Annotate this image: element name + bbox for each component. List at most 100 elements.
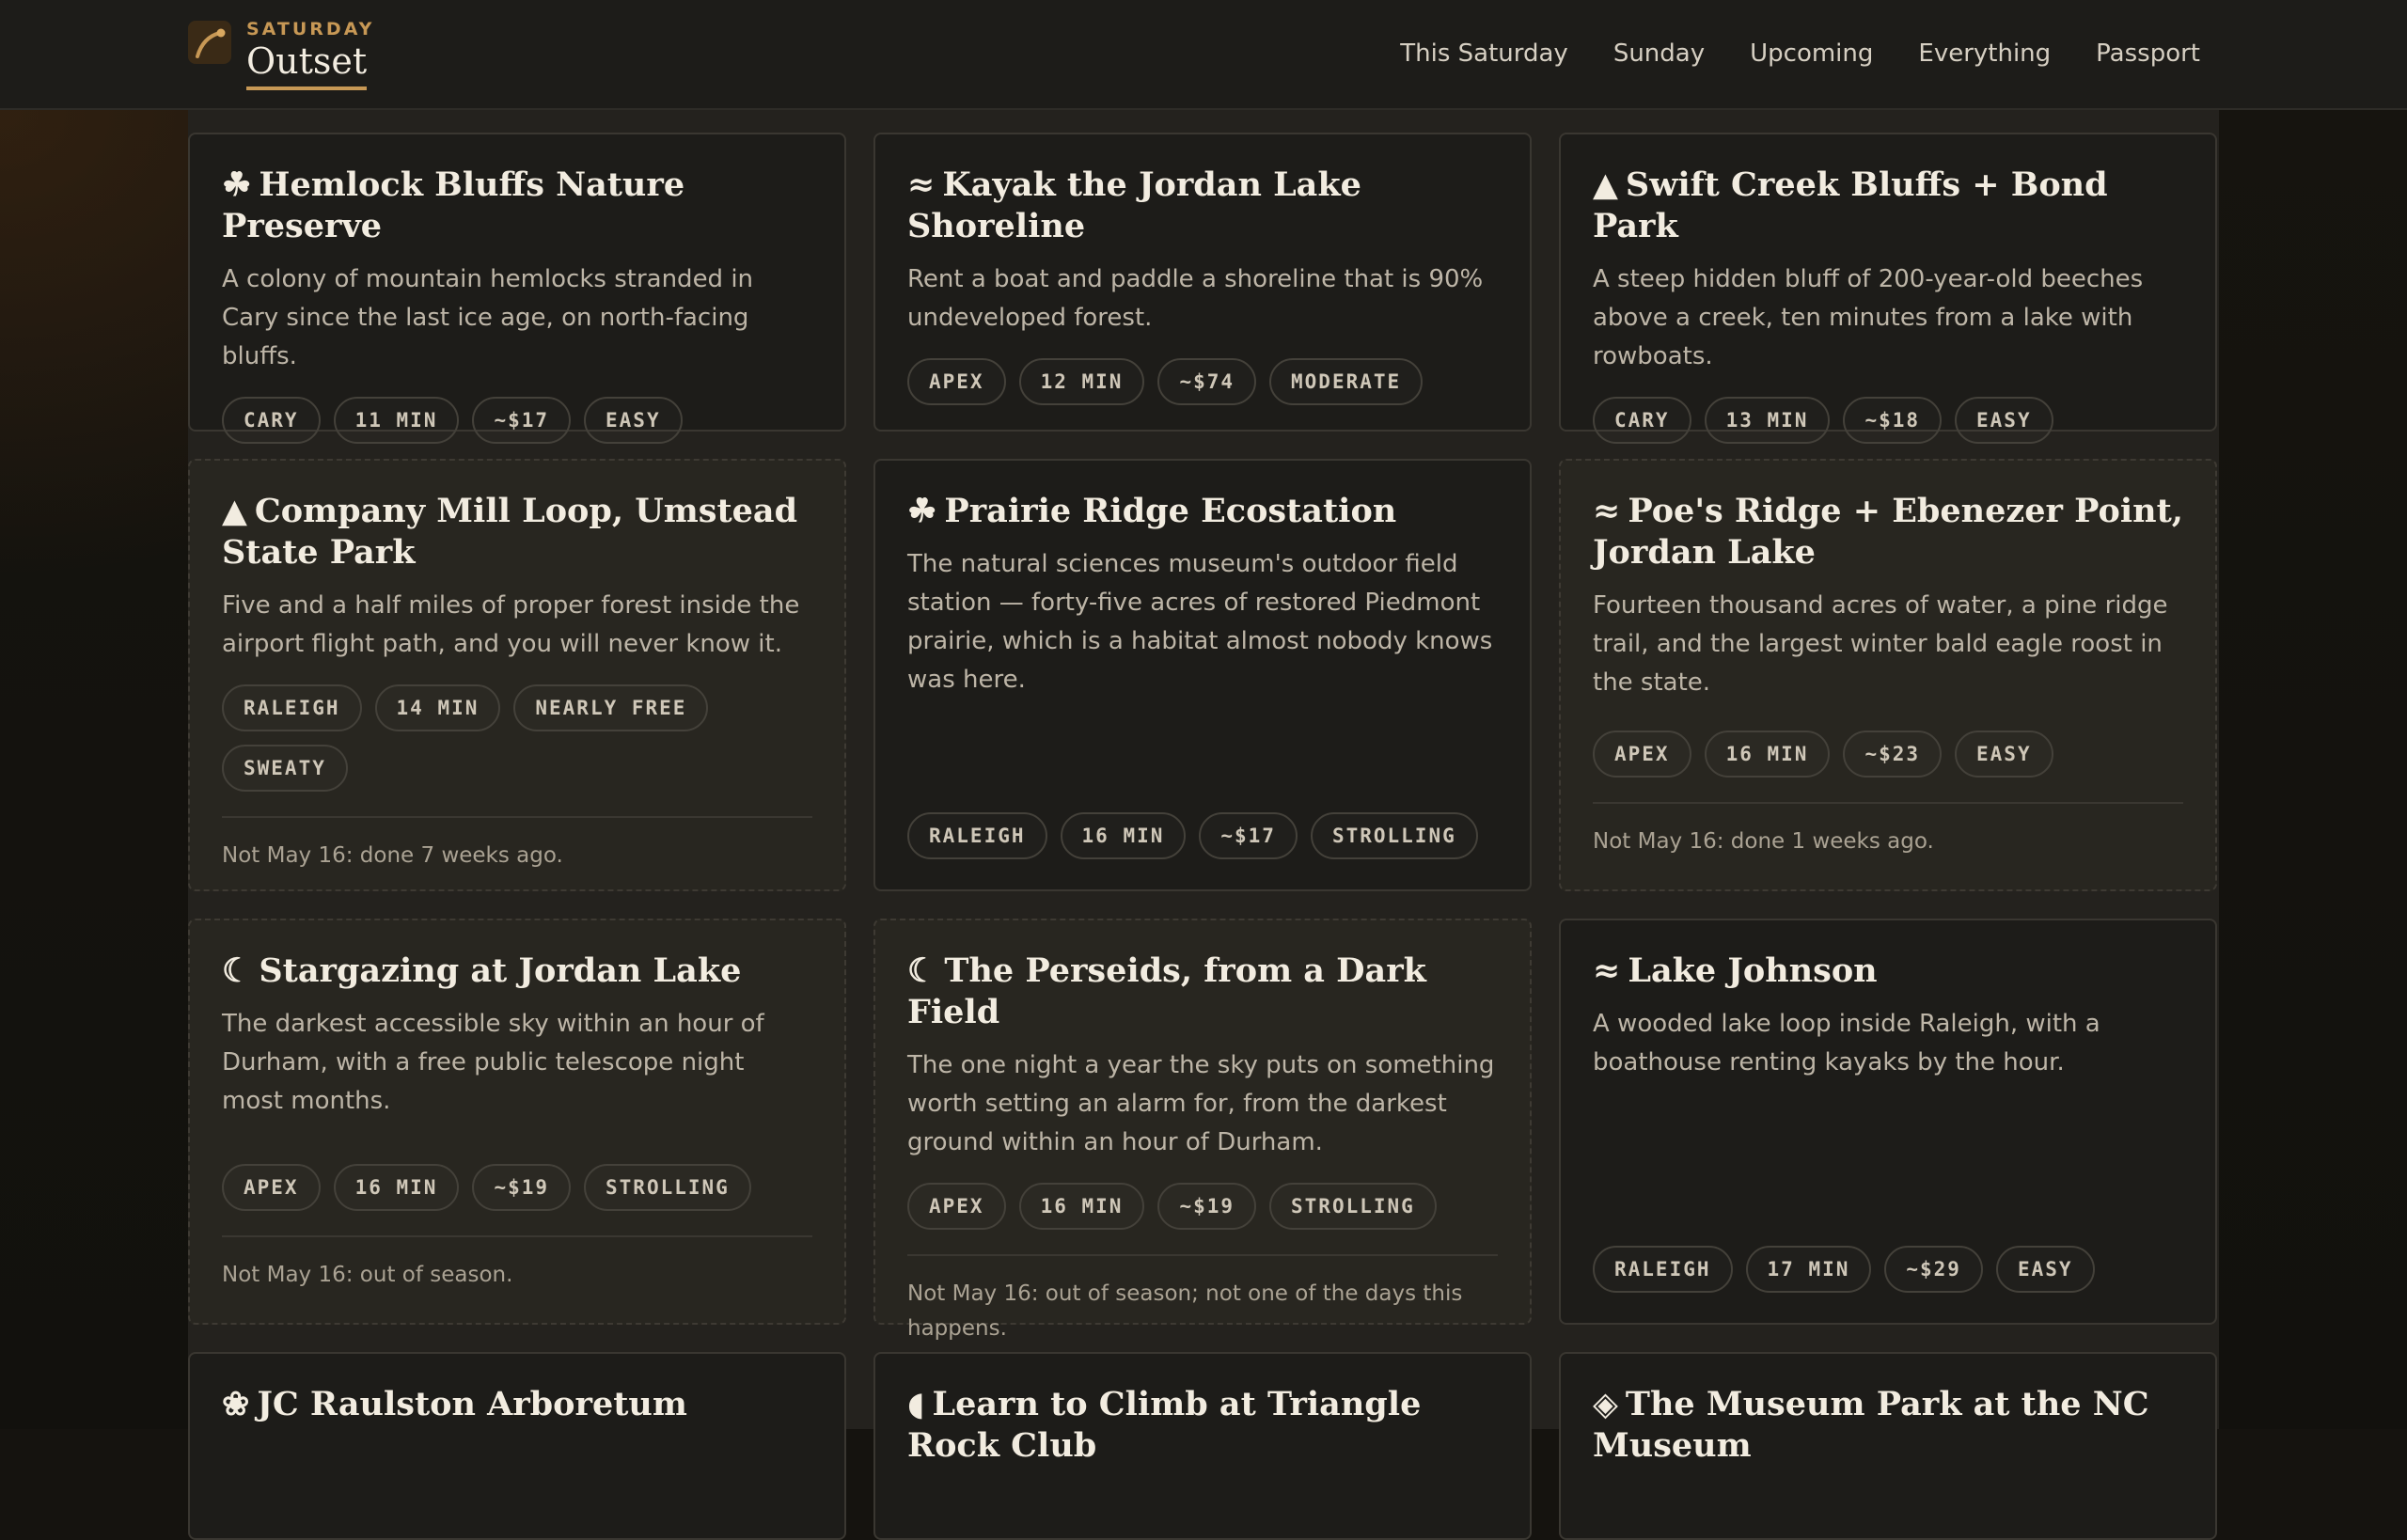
flower-icon: ❀ bbox=[222, 1385, 250, 1423]
card-title[interactable]: ≈ Lake Johnson bbox=[1593, 951, 2183, 992]
tag-chip: 16 MIN bbox=[1018, 1183, 1145, 1230]
card-title-text: Hemlock Bluffs Nature Preserve bbox=[222, 165, 685, 245]
availability-note: Not May 16: done 1 weeks ago. bbox=[1593, 802, 2183, 859]
tag-chip: EASY bbox=[1955, 397, 2053, 444]
card-grid: ☘ Hemlock Bluffs Nature Preserve A colony … bbox=[188, 133, 2219, 1540]
tag-chip: CARY bbox=[222, 397, 321, 444]
nav-everything[interactable]: Everything bbox=[1918, 39, 2051, 68]
card-title[interactable]: ◈ The Museum Park at the NC Museum bbox=[1593, 1384, 2183, 1467]
card-description: Fourteen thousand acres of water, a pine… bbox=[1593, 591, 2168, 697]
water-icon: ≈ bbox=[1593, 951, 1621, 990]
outing-card[interactable]: ≈ Lake Johnson A wooded lake loop inside R… bbox=[1559, 919, 2217, 1325]
card-title-text: The Perseids, from a Dark Field bbox=[907, 951, 1426, 1031]
tag-chip: ~$17 bbox=[472, 397, 572, 444]
card-description: A steep hidden bluff of 200-year-old bee… bbox=[1593, 265, 2144, 370]
tag-chip: EASY bbox=[584, 397, 683, 444]
outing-list: ☘ Hemlock Bluffs Nature Preserve A colony … bbox=[188, 110, 2219, 1540]
card-spacer bbox=[222, 664, 812, 684]
tag-chip: 16 MIN bbox=[1704, 731, 1831, 778]
tag-chip: RALEIGH bbox=[222, 684, 362, 731]
tag-chip: RALEIGH bbox=[907, 812, 1047, 859]
tag-chip: APEX bbox=[222, 1164, 321, 1211]
card-tags: CARY 11 MIN ~$17 EASY bbox=[222, 397, 812, 444]
card-title[interactable]: ☾ The Perseids, from a Dark Field bbox=[907, 951, 1498, 1033]
nav-sunday[interactable]: Sunday bbox=[1613, 39, 1705, 68]
availability-note: Not May 16: out of season. bbox=[222, 1235, 812, 1293]
logo-icon bbox=[188, 21, 231, 64]
card-title-text: Poe's Ridge + Ebenezer Point, Jordan Lak… bbox=[1593, 492, 2183, 572]
card-title[interactable]: ☾ Stargazing at Jordan Lake bbox=[222, 951, 812, 992]
tag-chip: STROLLING bbox=[584, 1164, 751, 1211]
card-spacer bbox=[222, 1121, 812, 1164]
tag-chip: STROLLING bbox=[1310, 812, 1478, 859]
water-icon: ≈ bbox=[907, 165, 936, 204]
nav-upcoming[interactable]: Upcoming bbox=[1750, 39, 1873, 68]
tag-chip: 14 MIN bbox=[374, 684, 501, 731]
tag-chip: ~$19 bbox=[1157, 1183, 1257, 1230]
outing-card[interactable]: ◖ Learn to Climb at Triangle Rock Club bbox=[873, 1352, 1532, 1540]
card-spacer bbox=[1593, 1082, 2183, 1246]
tag-chip: ~$18 bbox=[1843, 397, 1943, 444]
card-tags: APEX 16 MIN ~$23 EASY bbox=[1593, 731, 2183, 778]
outing-card[interactable]: ☘ Prairie Ridge Ecostation The natural sci… bbox=[873, 459, 1532, 891]
availability-note: Not May 16: done 7 weeks ago. bbox=[222, 816, 812, 873]
card-description: A colony of mountain hemlocks stranded i… bbox=[222, 265, 754, 370]
card-title[interactable]: ❀ JC Raulston Arboretum bbox=[222, 1384, 812, 1425]
tag-chip: 16 MIN bbox=[333, 1164, 460, 1211]
outing-card[interactable]: ▲ Company Mill Loop, Umstead State Park Fi… bbox=[188, 459, 846, 891]
tag-chip: ~$29 bbox=[1884, 1246, 1983, 1293]
card-title-text: The Museum Park at the NC Museum bbox=[1593, 1385, 2149, 1465]
outing-card[interactable]: ≈ Kayak the Jordan Lake Shoreline Rent a b… bbox=[873, 133, 1532, 432]
outing-card[interactable]: ◈ The Museum Park at the NC Museum bbox=[1559, 1352, 2217, 1540]
tag-chip: CARY bbox=[1593, 397, 1691, 444]
card-title[interactable]: ◖ Learn to Climb at Triangle Rock Club bbox=[907, 1384, 1498, 1467]
tag-chip: 11 MIN bbox=[333, 397, 460, 444]
nav-this-saturday[interactable]: This Saturday bbox=[1400, 39, 1568, 68]
card-title-text: Company Mill Loop, Umstead State Park bbox=[222, 492, 798, 572]
clover-icon: ☘ bbox=[907, 492, 937, 530]
card-spacer bbox=[1593, 376, 2183, 397]
card-title[interactable]: ≈ Kayak the Jordan Lake Shoreline bbox=[907, 165, 1498, 247]
brand-wordmark[interactable]: Outset bbox=[246, 39, 368, 90]
top-bar: SATURDAY Outset This Saturday Sunday Upc… bbox=[0, 0, 2407, 110]
card-title[interactable]: ☘ Prairie Ridge Ecostation bbox=[907, 491, 1498, 532]
card-spacer bbox=[907, 338, 1498, 358]
card-title[interactable]: ▲ Swift Creek Bluffs + Bond Park bbox=[1593, 165, 2183, 247]
card-title[interactable]: ☘ Hemlock Bluffs Nature Preserve bbox=[222, 165, 812, 247]
tag-chip: ~$19 bbox=[472, 1164, 572, 1211]
card-title-text: Kayak the Jordan Lake Shoreline bbox=[907, 165, 1361, 245]
tag-chip: APEX bbox=[907, 358, 1006, 405]
tag-chip: APEX bbox=[1593, 731, 1691, 778]
outing-card[interactable]: ☾ The Perseids, from a Dark Field The one … bbox=[873, 919, 1532, 1341]
tag-chip: 16 MIN bbox=[1060, 812, 1187, 859]
diamond-icon: ◈ bbox=[1593, 1385, 1618, 1423]
card-description: The natural sciences museum's outdoor fi… bbox=[907, 550, 1493, 694]
card-spacer bbox=[1593, 702, 2183, 731]
tag-chip: 17 MIN bbox=[1745, 1246, 1872, 1293]
tag-chip: ~$23 bbox=[1843, 731, 1943, 778]
tag-chip: STROLLING bbox=[1269, 1183, 1437, 1230]
card-title-text: Swift Creek Bluffs + Bond Park bbox=[1593, 165, 2108, 245]
tag-chip: MODERATE bbox=[1269, 358, 1424, 405]
card-title-text: Learn to Climb at Triangle Rock Club bbox=[907, 1385, 1422, 1465]
tag-chip: 13 MIN bbox=[1704, 397, 1831, 444]
outing-card[interactable]: ▲ Swift Creek Bluffs + Bond Park A steep h… bbox=[1559, 133, 2217, 444]
outing-card[interactable]: ☾ Stargazing at Jordan Lake The darkest ac… bbox=[188, 919, 846, 1325]
tag-chip: ~$74 bbox=[1157, 358, 1257, 405]
outing-card[interactable]: ❀ JC Raulston Arboretum bbox=[188, 1352, 846, 1540]
mountain-icon: ▲ bbox=[1593, 165, 1618, 204]
nav-passport[interactable]: Passport bbox=[2096, 39, 2200, 68]
card-tags: RALEIGH 14 MIN NEARLY FREE SWEATY bbox=[222, 684, 812, 792]
card-tags: CARY 13 MIN ~$18 EASY bbox=[1593, 397, 2183, 444]
mountain-icon: ▲ bbox=[222, 492, 247, 530]
tag-chip: EASY bbox=[1955, 731, 2053, 778]
card-spacer bbox=[222, 376, 812, 397]
outing-card[interactable]: ≈ Poe's Ridge + Ebenezer Point, Jordan La… bbox=[1559, 459, 2217, 891]
card-title-text: JC Raulston Arboretum bbox=[257, 1385, 687, 1423]
card-title[interactable]: ▲ Company Mill Loop, Umstead State Park bbox=[222, 491, 812, 574]
card-title[interactable]: ≈ Poe's Ridge + Ebenezer Point, Jordan La… bbox=[1593, 491, 2183, 574]
card-title-text: Stargazing at Jordan Lake bbox=[259, 951, 742, 990]
availability-note: Not May 16: out of season; not one of th… bbox=[907, 1254, 1498, 1346]
outing-card[interactable]: ☘ Hemlock Bluffs Nature Preserve A colony … bbox=[188, 133, 846, 444]
brand-eyebrow: SATURDAY bbox=[246, 19, 375, 39]
